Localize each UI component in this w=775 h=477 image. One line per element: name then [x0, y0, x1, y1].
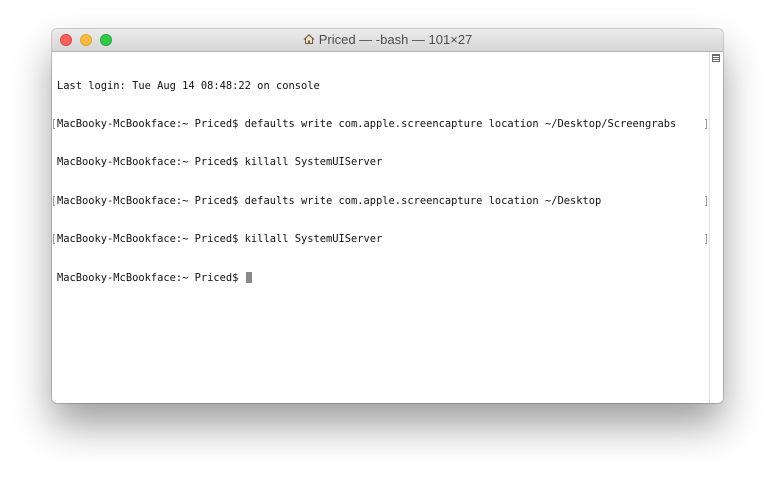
line-mark-start	[53, 195, 55, 206]
line-text: MacBooky-McBookface:~ Priced$ defaults w…	[57, 194, 602, 207]
line-mark-start	[53, 234, 55, 245]
terminal-line: MacBooky-McBookface:~ Priced$ defaults w…	[53, 194, 707, 208]
line-text: MacBooky-McBookface:~ Priced$ killall Sy…	[57, 156, 383, 169]
line-text: Last login: Tue Aug 14 08:48:22 on conso…	[57, 79, 320, 92]
terminal-content[interactable]: Last login: Tue Aug 14 08:48:22 on conso…	[52, 52, 709, 403]
terminal-line: Last login: Tue Aug 14 08:48:22 on conso…	[57, 80, 676, 93]
prompt-text: MacBooky-McBookface:~ Priced$	[57, 271, 245, 284]
scroll-marker-icon[interactable]	[712, 54, 720, 62]
line-mark-end	[705, 234, 707, 245]
home-icon	[303, 33, 315, 44]
terminal-line: MacBooky-McBookface:~ Priced$ defaults w…	[53, 117, 707, 131]
terminal-line: MacBooky-McBookface:~ Priced$ killall Sy…	[57, 156, 676, 169]
line-mark-start	[53, 118, 55, 129]
terminal-line: MacBooky-McBookface:~ Priced$ killall Sy…	[53, 233, 707, 246]
line-text: MacBooky-McBookface:~ Priced$ killall Sy…	[57, 233, 383, 246]
terminal-line: MacBooky-McBookface:~ Priced$	[57, 271, 676, 285]
window-title: Priced — -bash — 101×27	[318, 32, 473, 47]
line-mark-end	[705, 118, 707, 129]
scrollbar[interactable]	[709, 52, 723, 403]
line-mark-end	[705, 195, 707, 206]
window-title-container: Priced — -bash — 101×27	[52, 29, 723, 51]
terminal-output[interactable]: Last login: Tue Aug 14 08:48:22 on conso…	[53, 54, 707, 310]
line-text: MacBooky-McBookface:~ Priced$ defaults w…	[57, 117, 677, 130]
title-bar[interactable]: Priced — -bash — 101×27	[52, 29, 723, 52]
text-cursor	[245, 271, 252, 283]
terminal-window: Priced — -bash — 101×27 Last login: Tue …	[52, 29, 723, 403]
